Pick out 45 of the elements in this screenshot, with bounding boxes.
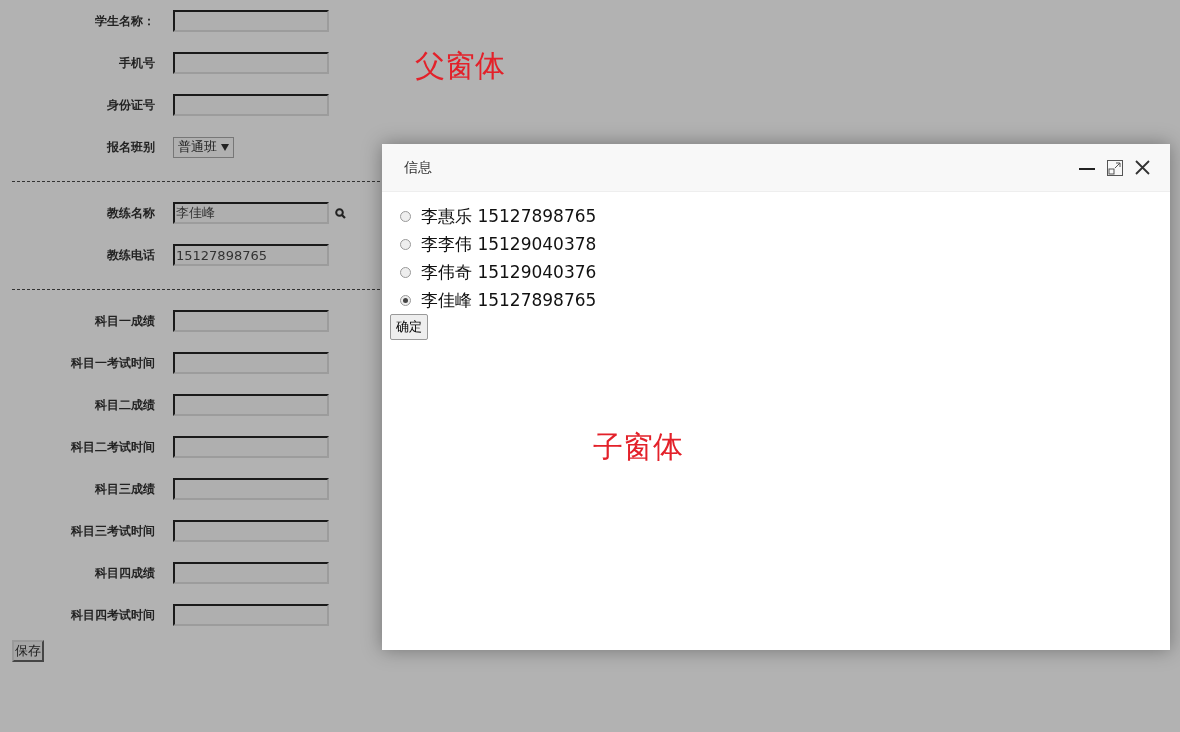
maximize-icon[interactable]: [1107, 159, 1123, 176]
input-field[interactable]: 李佳峰: [173, 202, 329, 224]
save-button[interactable]: 保存: [12, 640, 44, 662]
input-field[interactable]: [173, 562, 329, 584]
dialog-title: 信息: [404, 158, 432, 177]
coach-radio-option[interactable]: 李伟奇 15129040376: [390, 258, 1162, 286]
field-label: 科目四考试时间: [70, 606, 155, 624]
field-label: 科目四成绩: [94, 564, 155, 582]
radio-button[interactable]: [400, 294, 411, 306]
input-field[interactable]: 15127898765: [173, 244, 329, 266]
input-field[interactable]: [173, 604, 329, 626]
input-field[interactable]: [173, 10, 329, 32]
field-label: 教练电话: [106, 246, 155, 264]
input-field[interactable]: [173, 310, 329, 332]
field-label: 科目二考试时间: [70, 438, 155, 456]
input-field[interactable]: [173, 352, 329, 374]
field-label: 教练名称: [106, 204, 155, 222]
coach-radio-option[interactable]: 李李伟 15129040378: [390, 230, 1162, 258]
coach-radio-option[interactable]: 李佳峰 15127898765: [390, 286, 1162, 314]
input-field[interactable]: [173, 394, 329, 416]
close-icon[interactable]: [1135, 160, 1150, 175]
field-label: 报名班别: [106, 138, 155, 156]
coach-radio-option[interactable]: 李惠乐 15127898765: [390, 202, 1162, 230]
input-field[interactable]: [173, 436, 329, 458]
input-field[interactable]: [173, 94, 329, 116]
confirm-button[interactable]: 确定: [390, 314, 428, 340]
field-label: 科目二成绩: [94, 396, 155, 414]
field-label: 科目一考试时间: [70, 354, 155, 372]
class-dropdown[interactable]: 普通班: [173, 136, 235, 158]
radio-button[interactable]: [400, 266, 411, 278]
annotation-label: 父窗体: [415, 47, 505, 85]
field-label: 科目一成绩: [94, 312, 155, 330]
caret-icon: [221, 144, 230, 151]
search-icon[interactable]: [335, 207, 346, 219]
radio-button[interactable]: [400, 210, 411, 222]
field-label: 身份证号: [106, 96, 155, 114]
field-label: 手机号: [118, 54, 155, 72]
field-label: 科目三考试时间: [70, 522, 155, 540]
radio-button[interactable]: [400, 238, 411, 250]
annotation-label: 子窗体: [593, 428, 683, 466]
input-field[interactable]: [173, 520, 329, 542]
input-field[interactable]: [173, 478, 329, 500]
field-label: 科目三成绩: [94, 480, 155, 498]
field-label: 学生名称：: [94, 12, 155, 30]
input-field[interactable]: [173, 52, 329, 74]
